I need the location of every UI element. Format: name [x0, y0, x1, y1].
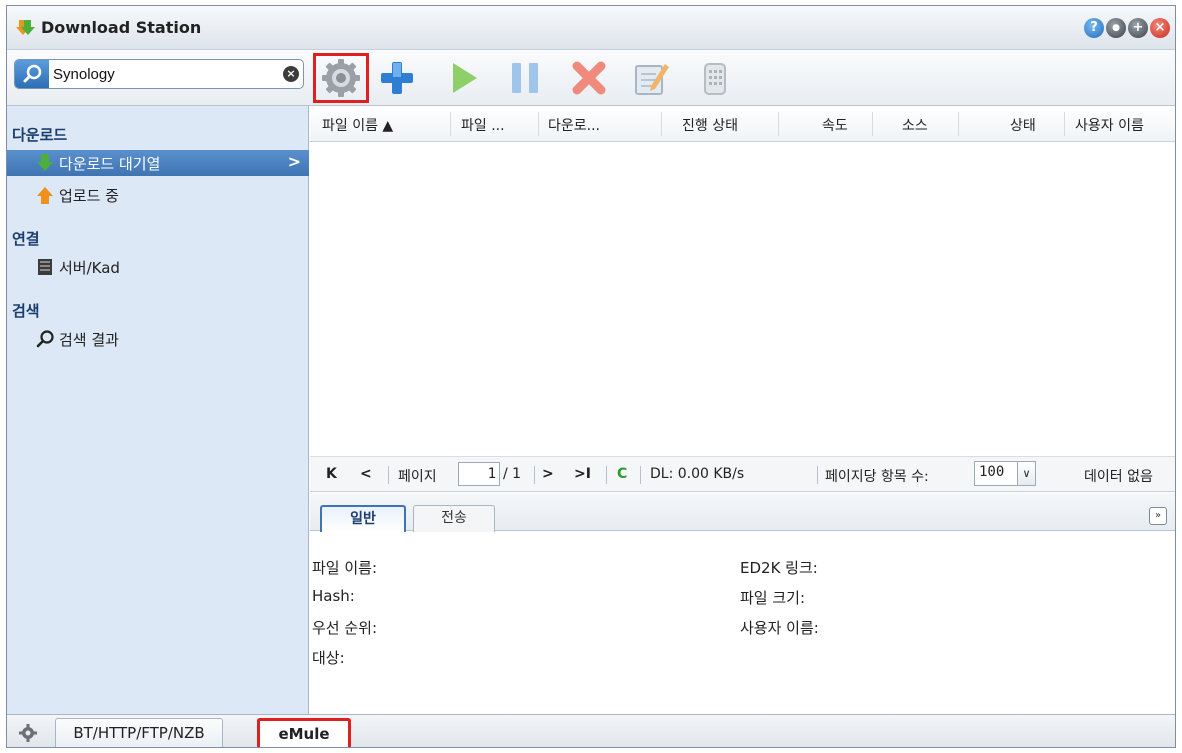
- settings-button[interactable]: [313, 53, 369, 103]
- maximize-button[interactable]: +: [1128, 18, 1148, 38]
- field-file-name-label: 파일 이름:: [312, 559, 378, 577]
- grid-header: 파일 이름 ▲ 파일 ... 다운로... 진행 상태 속도 소스 상태 사용자…: [310, 106, 1175, 142]
- field-username-label: 사용자 이름:: [740, 619, 819, 637]
- help-button[interactable]: ?: [1084, 18, 1104, 38]
- download-list[interactable]: [310, 143, 1175, 456]
- delete-icon: [572, 61, 606, 95]
- detail-tabs: 일반 전송 »: [310, 493, 1175, 532]
- clear-completed-button[interactable]: [693, 56, 737, 100]
- bottom-bar: BT/HTTP/FTP/NZB eMule: [7, 714, 1175, 747]
- sidebar-item-label: 서버/Kad: [59, 259, 120, 277]
- next-page-button[interactable]: >: [542, 466, 554, 482]
- search-icon: [36, 330, 54, 348]
- download-station-logo-icon: [16, 20, 35, 35]
- sidebar-item-label: 검색 결과: [59, 331, 119, 349]
- edit-button[interactable]: [629, 56, 673, 100]
- pause-button[interactable]: [503, 56, 547, 100]
- tab-emule[interactable]: eMule: [257, 718, 351, 747]
- sidebar-group-search: 검색: [12, 302, 40, 320]
- first-page-button[interactable]: K: [326, 466, 337, 482]
- resume-button[interactable]: [441, 56, 485, 100]
- sidebar-group-connection: 연결: [12, 230, 40, 248]
- items-per-page-label: 페이지당 항목 수:: [825, 469, 929, 485]
- settings-gear-icon[interactable]: [19, 724, 37, 742]
- refresh-icon[interactable]: C: [617, 466, 627, 482]
- column-header-file[interactable]: 파일 ...: [461, 115, 505, 135]
- column-header-file-name[interactable]: 파일 이름 ▲: [322, 115, 393, 135]
- pagination-bar: K < 페이지 1 / 1 > >I C DL: 0.00 KB/s 페이지당 …: [310, 456, 1175, 492]
- window-title: Download Station: [41, 18, 202, 37]
- play-icon: [453, 63, 477, 93]
- sidebar-item-server-kad[interactable]: 서버/Kad: [7, 254, 309, 280]
- edit-icon: [635, 64, 669, 95]
- items-per-page-value: 100: [979, 464, 1005, 480]
- sidebar-group-download: 다운로드: [12, 126, 68, 144]
- field-destination-label: 대상:: [312, 649, 345, 667]
- tab-bt-http-ftp-nzb[interactable]: BT/HTTP/FTP/NZB: [55, 718, 223, 747]
- field-hash-label: Hash:: [312, 587, 355, 605]
- column-header-download[interactable]: 다운로...: [548, 115, 600, 135]
- tab-general[interactable]: 일반: [320, 505, 406, 532]
- column-header-speed[interactable]: 속도: [822, 115, 848, 135]
- chevron-right-icon: >: [287, 152, 301, 171]
- column-header-sources[interactable]: 소스: [902, 115, 928, 135]
- close-button[interactable]: ×: [1150, 18, 1170, 38]
- field-file-size-label: 파일 크기:: [740, 589, 806, 607]
- server-icon: [38, 259, 52, 275]
- clear-search-icon[interactable]: ×: [283, 66, 299, 82]
- column-header-status[interactable]: 상태: [1010, 115, 1036, 135]
- sidebar: 다운로드 다운로드 대기열 > 업로드 중 연결 서버/Kad 검색 검색 결과: [7, 106, 309, 714]
- sidebar-item-uploading[interactable]: 업로드 중: [7, 182, 309, 208]
- settings-gear-icon: [322, 59, 360, 97]
- upload-arrow-icon: [37, 187, 53, 204]
- detail-panel: 일반 전송 » 파일 이름: Hash: 우선 순위: 대상: ED2K 링크:…: [310, 493, 1175, 714]
- sidebar-item-label: 업로드 중: [59, 187, 119, 205]
- page-total: / 1: [503, 466, 522, 482]
- search-input[interactable]: [53, 63, 273, 85]
- chevron-down-icon: ∨: [1017, 462, 1035, 485]
- field-priority-label: 우선 순위:: [312, 619, 378, 637]
- sidebar-item-label: 다운로드 대기열: [59, 155, 161, 173]
- title-bar: Download Station ? ● + ×: [7, 6, 1175, 50]
- page-label: 페이지: [398, 469, 437, 485]
- download-station-window: Download Station ? ● + × ×: [6, 5, 1176, 748]
- download-speed-text: DL: 0.00 KB/s: [650, 466, 745, 482]
- sidebar-item-download-queue[interactable]: 다운로드 대기열 >: [7, 150, 309, 176]
- items-per-page-select[interactable]: 100 ∨: [974, 461, 1036, 486]
- add-icon: [381, 62, 413, 94]
- no-data-text: 데이터 없음: [1084, 469, 1153, 485]
- field-ed2k-link-label: ED2K 링크:: [740, 559, 818, 577]
- pause-icon: [512, 63, 538, 93]
- tab-transfer[interactable]: 전송: [413, 505, 495, 532]
- add-button[interactable]: [375, 56, 419, 100]
- sidebar-item-search-results[interactable]: 검색 결과: [7, 326, 309, 352]
- search-box: ×: [14, 59, 304, 89]
- column-header-username[interactable]: 사용자 이름: [1075, 115, 1144, 135]
- minimize-button[interactable]: ●: [1106, 18, 1126, 38]
- column-header-progress[interactable]: 진행 상태: [682, 115, 738, 135]
- delete-button[interactable]: [567, 56, 611, 100]
- page-number-input[interactable]: 1: [458, 462, 500, 486]
- collapse-panel-icon[interactable]: »: [1149, 507, 1167, 525]
- search-icon[interactable]: [15, 60, 49, 88]
- last-page-button[interactable]: >I: [574, 466, 591, 482]
- clear-icon: [704, 63, 726, 95]
- toolbar: ×: [7, 50, 1175, 106]
- previous-page-button[interactable]: <: [360, 466, 372, 482]
- download-arrow-icon: [37, 154, 53, 171]
